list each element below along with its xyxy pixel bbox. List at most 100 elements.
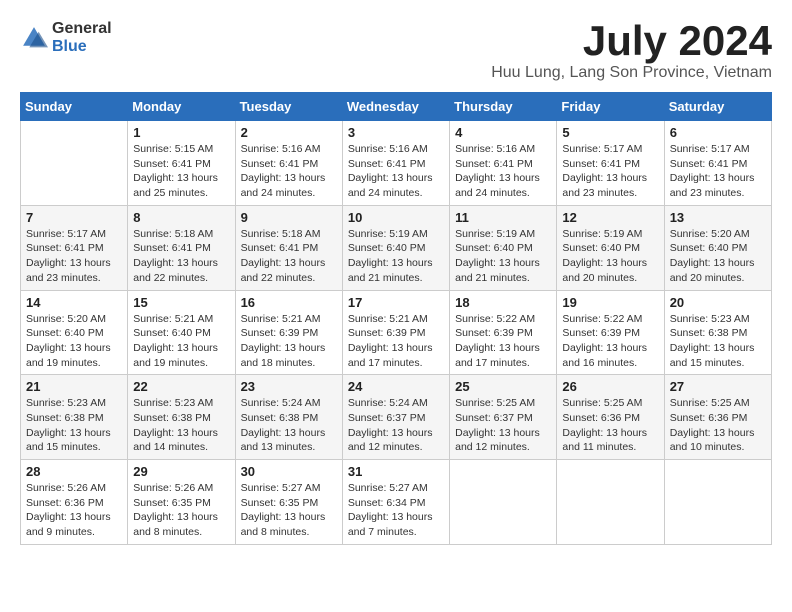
day-info: Sunrise: 5:24 AM Sunset: 6:37 PM Dayligh… [348,396,444,455]
day-info: Sunrise: 5:23 AM Sunset: 6:38 PM Dayligh… [26,396,122,455]
day-info: Sunrise: 5:25 AM Sunset: 6:36 PM Dayligh… [670,396,766,455]
day-info: Sunrise: 5:26 AM Sunset: 6:36 PM Dayligh… [26,481,122,540]
day-info: Sunrise: 5:18 AM Sunset: 6:41 PM Dayligh… [133,227,229,286]
calendar-cell: 10Sunrise: 5:19 AM Sunset: 6:40 PM Dayli… [342,205,449,290]
day-number: 12 [562,210,658,225]
month-title: July 2024 [491,20,772,62]
day-number: 25 [455,379,551,394]
day-number: 3 [348,125,444,140]
calendar-header-row: SundayMondayTuesdayWednesdayThursdayFrid… [21,93,772,121]
calendar-week-row: 14Sunrise: 5:20 AM Sunset: 6:40 PM Dayli… [21,290,772,375]
day-info: Sunrise: 5:18 AM Sunset: 6:41 PM Dayligh… [241,227,337,286]
logo: General Blue [20,20,112,55]
calendar-cell: 17Sunrise: 5:21 AM Sunset: 6:39 PM Dayli… [342,290,449,375]
calendar-week-row: 28 Sunrise: 5:26 AM Sunset: 6:36 PM Dayli… [21,460,772,545]
day-number: 22 [133,379,229,394]
calendar-header-tuesday: Tuesday [235,93,342,121]
day-info: Sunrise: 5:24 AM Sunset: 6:38 PM Dayligh… [241,396,337,455]
day-number: 5 [562,125,658,140]
calendar-cell: 25 Sunrise: 5:25 AM Sunset: 6:37 PM Dayli… [450,375,557,460]
day-info: Sunrise: 5:26 AM Sunset: 6:35 PM Dayligh… [133,481,229,540]
day-number: 31 [348,464,444,479]
calendar-cell: 9 Sunrise: 5:18 AM Sunset: 6:41 PM Daylig… [235,205,342,290]
day-info: Sunrise: 5:22 AM Sunset: 6:39 PM Dayligh… [455,312,551,371]
day-number: 7 [26,210,122,225]
day-number: 8 [133,210,229,225]
day-number: 6 [670,125,766,140]
calendar-cell: 6Sunrise: 5:17 AM Sunset: 6:41 PM Daylig… [664,121,771,206]
title-section: July 2024 Huu Lung, Lang Son Province, V… [491,20,772,82]
day-info: Sunrise: 5:27 AM Sunset: 6:35 PM Dayligh… [241,481,337,540]
calendar-cell: 14Sunrise: 5:20 AM Sunset: 6:40 PM Dayli… [21,290,128,375]
calendar-cell: 3 Sunrise: 5:16 AM Sunset: 6:41 PM Daylig… [342,121,449,206]
day-info: Sunrise: 5:16 AM Sunset: 6:41 PM Dayligh… [348,142,444,201]
calendar-cell: 2Sunrise: 5:16 AM Sunset: 6:41 PM Daylig… [235,121,342,206]
day-number: 15 [133,295,229,310]
calendar-cell [21,121,128,206]
day-number: 16 [241,295,337,310]
day-number: 19 [562,295,658,310]
day-number: 9 [241,210,337,225]
day-number: 18 [455,295,551,310]
day-number: 4 [455,125,551,140]
day-number: 26 [562,379,658,394]
calendar-header-wednesday: Wednesday [342,93,449,121]
calendar-cell: 4 Sunrise: 5:16 AM Sunset: 6:41 PM Daylig… [450,121,557,206]
day-number: 29 [133,464,229,479]
day-number: 24 [348,379,444,394]
calendar-header-thursday: Thursday [450,93,557,121]
day-info: Sunrise: 5:17 AM Sunset: 6:41 PM Dayligh… [562,142,658,201]
page-header: General Blue July 2024 Huu Lung, Lang So… [20,20,772,82]
calendar-cell: 18 Sunrise: 5:22 AM Sunset: 6:39 PM Dayli… [450,290,557,375]
day-number: 21 [26,379,122,394]
logo-general: General [52,20,112,38]
day-number: 28 [26,464,122,479]
calendar-cell [450,460,557,545]
day-number: 11 [455,210,551,225]
day-info: Sunrise: 5:20 AM Sunset: 6:40 PM Dayligh… [26,312,122,371]
calendar-week-row: 1Sunrise: 5:15 AM Sunset: 6:41 PM Daylig… [21,121,772,206]
calendar-week-row: 21 Sunrise: 5:23 AM Sunset: 6:38 PM Dayli… [21,375,772,460]
day-info: Sunrise: 5:17 AM Sunset: 6:41 PM Dayligh… [26,227,122,286]
day-info: Sunrise: 5:19 AM Sunset: 6:40 PM Dayligh… [562,227,658,286]
calendar-cell: 5 Sunrise: 5:17 AM Sunset: 6:41 PM Daylig… [557,121,664,206]
day-info: Sunrise: 5:21 AM Sunset: 6:39 PM Dayligh… [241,312,337,371]
calendar-cell: 28 Sunrise: 5:26 AM Sunset: 6:36 PM Dayli… [21,460,128,545]
calendar-cell: 22Sunrise: 5:23 AM Sunset: 6:38 PM Dayli… [128,375,235,460]
day-info: Sunrise: 5:16 AM Sunset: 6:41 PM Dayligh… [455,142,551,201]
day-number: 23 [241,379,337,394]
calendar-cell: 13 Sunrise: 5:20 AM Sunset: 6:40 PM Dayli… [664,205,771,290]
calendar-cell: 11 Sunrise: 5:19 AM Sunset: 6:40 PM Dayli… [450,205,557,290]
day-info: Sunrise: 5:22 AM Sunset: 6:39 PM Dayligh… [562,312,658,371]
calendar-cell [557,460,664,545]
day-info: Sunrise: 5:20 AM Sunset: 6:40 PM Dayligh… [670,227,766,286]
calendar-cell: 31 Sunrise: 5:27 AM Sunset: 6:34 PM Dayli… [342,460,449,545]
calendar-cell: 30 Sunrise: 5:27 AM Sunset: 6:35 PM Dayli… [235,460,342,545]
calendar-cell: 8 Sunrise: 5:18 AM Sunset: 6:41 PM Daylig… [128,205,235,290]
calendar-header-friday: Friday [557,93,664,121]
day-number: 1 [133,125,229,140]
calendar-header-monday: Monday [128,93,235,121]
calendar-cell: 24 Sunrise: 5:24 AM Sunset: 6:37 PM Dayli… [342,375,449,460]
day-info: Sunrise: 5:19 AM Sunset: 6:40 PM Dayligh… [455,227,551,286]
calendar-cell: 23 Sunrise: 5:24 AM Sunset: 6:38 PM Dayli… [235,375,342,460]
calendar-cell: 26Sunrise: 5:25 AM Sunset: 6:36 PM Dayli… [557,375,664,460]
day-info: Sunrise: 5:21 AM Sunset: 6:40 PM Dayligh… [133,312,229,371]
calendar-week-row: 7 Sunrise: 5:17 AM Sunset: 6:41 PM Daylig… [21,205,772,290]
day-info: Sunrise: 5:27 AM Sunset: 6:34 PM Dayligh… [348,481,444,540]
day-number: 30 [241,464,337,479]
logo-text: General Blue [52,20,112,55]
calendar-cell [664,460,771,545]
day-info: Sunrise: 5:25 AM Sunset: 6:37 PM Dayligh… [455,396,551,455]
logo-icon [20,24,48,52]
logo-blue: Blue [52,38,112,56]
calendar-cell: 15 Sunrise: 5:21 AM Sunset: 6:40 PM Dayli… [128,290,235,375]
day-number: 13 [670,210,766,225]
day-info: Sunrise: 5:19 AM Sunset: 6:40 PM Dayligh… [348,227,444,286]
calendar-header-saturday: Saturday [664,93,771,121]
day-number: 17 [348,295,444,310]
calendar-cell: 20Sunrise: 5:23 AM Sunset: 6:38 PM Dayli… [664,290,771,375]
day-info: Sunrise: 5:16 AM Sunset: 6:41 PM Dayligh… [241,142,337,201]
calendar-header-sunday: Sunday [21,93,128,121]
day-number: 20 [670,295,766,310]
